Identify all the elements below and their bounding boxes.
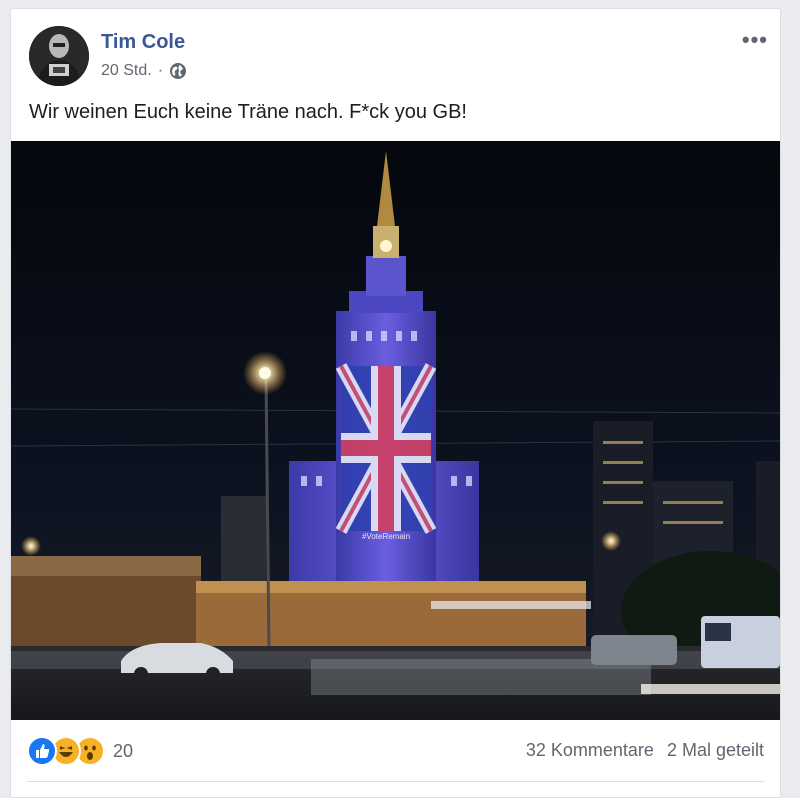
meta-separator: · (157, 62, 164, 79)
post-meta: 20 Std. · (101, 62, 187, 80)
post-text: Wir weinen Euch keine Träne nach. F*ck y… (29, 101, 467, 123)
post-timestamp[interactable]: 20 Std. (101, 62, 152, 80)
photo-palace-of-culture-night: #VoteRemain (11, 141, 780, 720)
post-photo[interactable]: #VoteRemain (11, 141, 780, 720)
comments-count-link[interactable]: 32 Kommentare (526, 740, 654, 760)
reactions-summary[interactable]: 20 (27, 736, 133, 766)
shares-count-link[interactable]: 2 Mal geteilt (667, 740, 764, 760)
footer-divider (27, 781, 764, 782)
more-options-icon[interactable]: ••• (742, 27, 768, 53)
like-icon (27, 736, 57, 766)
post-card: Tim Cole 20 Std. · ••• Wir weinen Euch k… (10, 8, 781, 798)
author-avatar[interactable] (29, 26, 89, 86)
reaction-count: 20 (113, 740, 134, 761)
vote-remain-text: #VoteRemain (362, 532, 410, 541)
author-name-link[interactable]: Tim Cole (101, 31, 185, 54)
globe-icon[interactable] (169, 62, 187, 80)
avatar-photo (29, 26, 89, 86)
post-footer: 20 32 Kommentare 2 Mal geteilt (11, 720, 780, 790)
post-stats: 32 Kommentare 2 Mal geteilt (526, 740, 764, 761)
